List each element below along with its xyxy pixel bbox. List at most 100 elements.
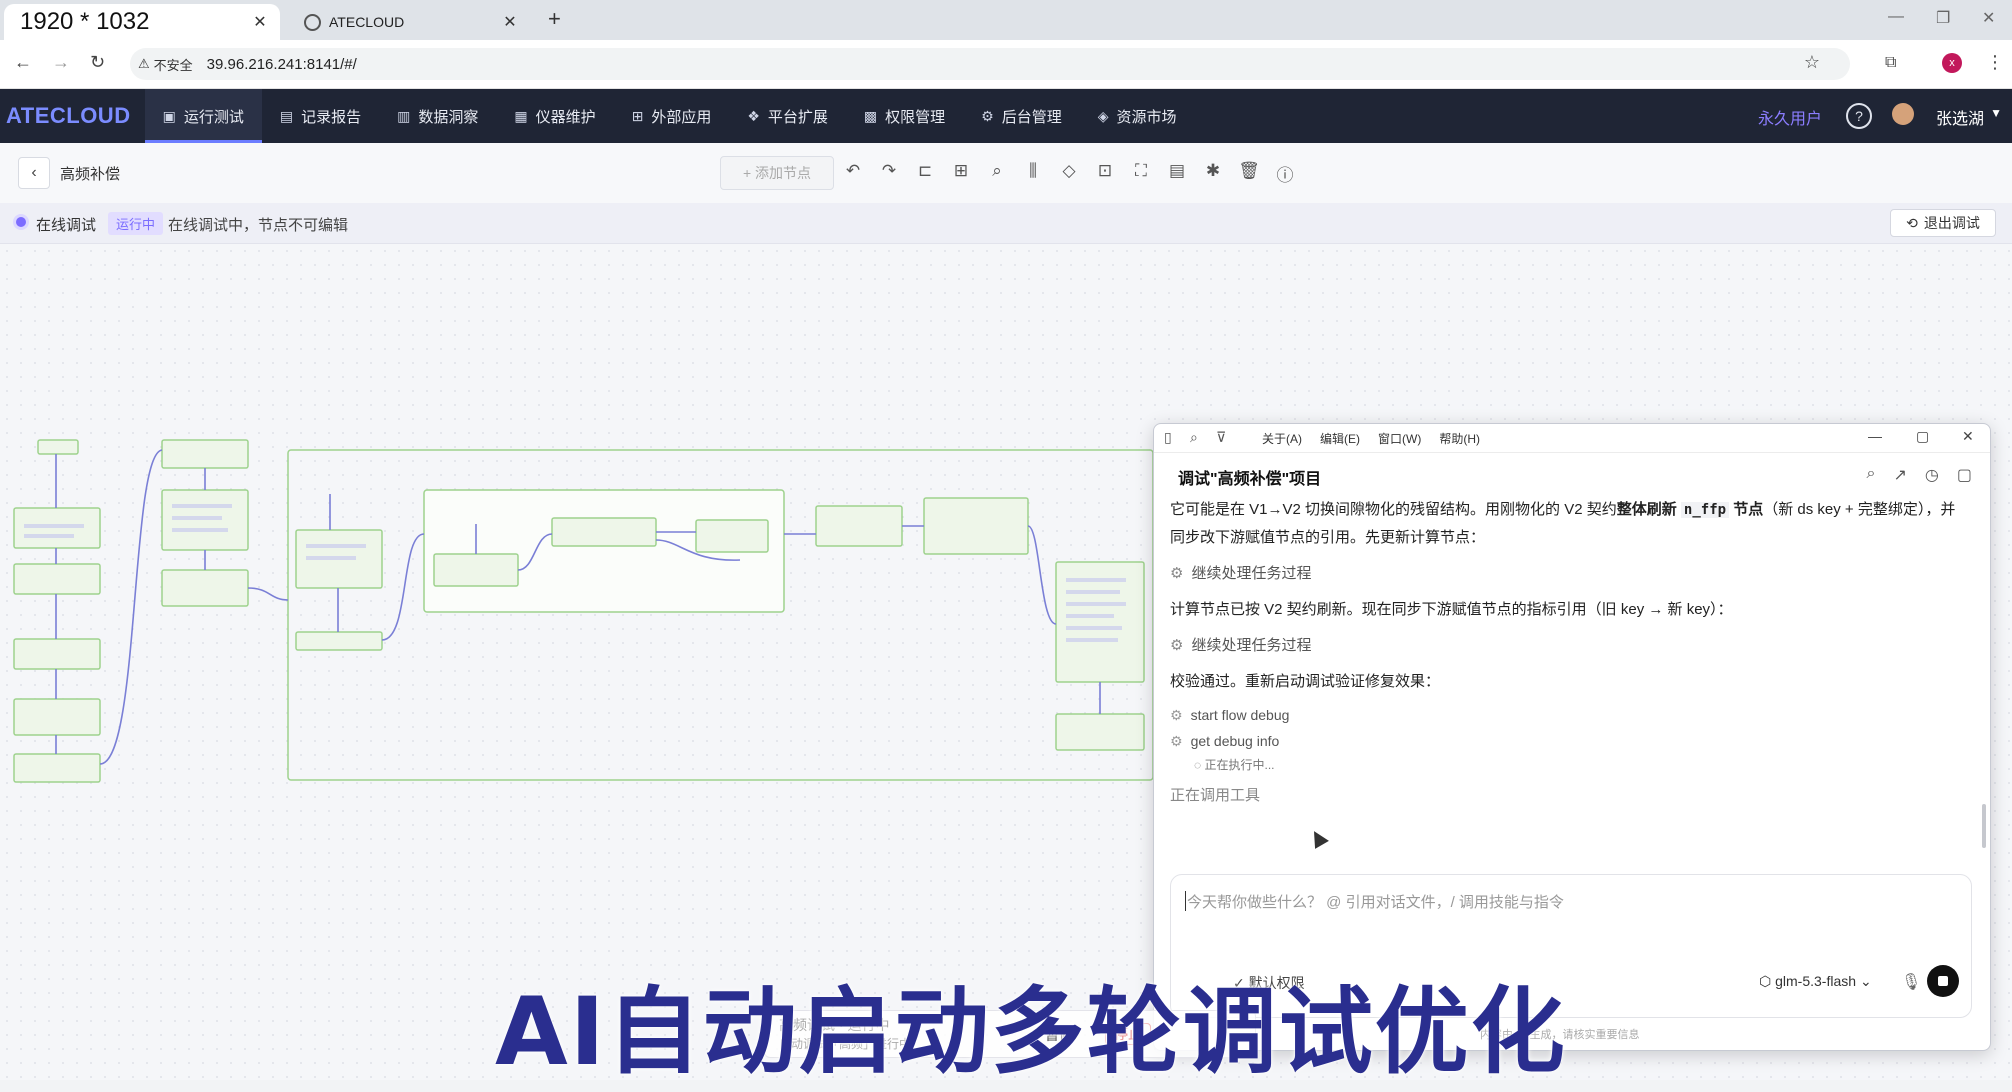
nav-item-permissions[interactable]: ▩ 权限管理: [846, 89, 963, 143]
menu-item-window[interactable]: 窗口(W): [1378, 430, 1421, 447]
restore-icon[interactable]: ❐: [1936, 8, 1950, 28]
debug-bug-icon[interactable]: ✱: [1202, 161, 1224, 186]
status-badge: 运行中: [108, 212, 164, 235]
help-icon[interactable]: ?: [1846, 103, 1872, 129]
tab-title: 1920 * 1032: [20, 8, 150, 35]
avatar[interactable]: [1892, 103, 1914, 125]
toolbar-icons: ↶ ↷ ⊏ ⊞ ⌕ ⫼ ◇ ⊡ ⛶ ▤ ✱ 🗑 ⓘ: [842, 161, 1296, 186]
menu-item-edit[interactable]: 编辑(E): [1320, 430, 1360, 447]
stop-generation-button[interactable]: [1927, 965, 1959, 997]
flow-edge: [381, 533, 425, 641]
close-icon[interactable]: ✕: [1962, 428, 1974, 445]
new-tab-icon[interactable]: +: [548, 6, 561, 32]
tool-call[interactable]: ⚙ start flow debug: [1170, 702, 1960, 728]
url-text[interactable]: 39.96.216.241:8141/#/: [207, 56, 357, 73]
chat-title: 调试"高频补偿"项目: [1178, 471, 1322, 488]
nav-item-platform-extension[interactable]: ❖ 平台扩展: [729, 89, 846, 143]
share-icon[interactable]: ↗: [1894, 465, 1907, 485]
tag-icon: ◈: [1097, 107, 1109, 124]
nav-item-external-apps[interactable]: ⊞ 外部应用: [614, 89, 730, 143]
browser-tab-inactive[interactable]: ATECLOUD ✕: [290, 4, 530, 40]
nav-item-data-insight[interactable]: ▥ 数据洞察: [379, 89, 496, 143]
task-step[interactable]: ⚙ 继续处理任务过程: [1170, 632, 1960, 660]
notes-icon[interactable]: ▤: [1166, 161, 1188, 186]
new-chat-icon[interactable]: ▢: [1957, 465, 1972, 485]
bookmark-star-icon[interactable]: ☆: [1804, 52, 1820, 73]
maximize-icon[interactable]: ▢: [1916, 428, 1929, 445]
flow-text-line: [306, 544, 366, 548]
chat-input-placeholder[interactable]: 今天帮你做些什么？ @ 引用对话文件，/ 调用技能与指令: [1187, 891, 1564, 912]
microphone-icon[interactable]: 🎙: [1901, 972, 1921, 992]
status-label: 在线调试: [36, 217, 97, 234]
executing-status: ◌ 正在执行中...: [1194, 754, 1960, 776]
app-logo[interactable]: ATECLOUD: [6, 103, 131, 129]
minimize-icon[interactable]: —: [1888, 8, 1904, 26]
tool-icon: ⚙: [1170, 637, 1184, 654]
chat-scrollbar[interactable]: [1982, 804, 1986, 848]
globe-icon: [304, 13, 321, 31]
export-icon[interactable]: ⊡: [1094, 161, 1116, 186]
redo-icon[interactable]: ↷: [878, 161, 900, 186]
browser-tabbar: 1920 * 1032 ✕ ATECLOUD ✕ + — ❐ ✕: [0, 0, 2012, 40]
reload-icon[interactable]: ↻: [90, 52, 105, 73]
tool-icon: ⚙: [1170, 707, 1183, 723]
fullscreen-icon[interactable]: ⛶: [1130, 161, 1152, 186]
close-tab-icon[interactable]: ✕: [248, 12, 272, 32]
monitor-chart-icon: ▣: [162, 107, 176, 124]
menu-item-about[interactable]: 关于(A): [1262, 430, 1302, 447]
nav-item-label: 数据洞察: [418, 108, 479, 126]
undo-icon[interactable]: ↶: [842, 161, 864, 186]
nav-item-backend[interactable]: ⚙ 后台管理: [963, 89, 1080, 143]
menu-item-help[interactable]: 帮助(H): [1439, 430, 1480, 447]
flow-node: [37, 439, 79, 455]
nav-item-label: 外部应用: [651, 108, 712, 126]
forward-arrow-icon[interactable]: →: [52, 52, 70, 73]
search-icon[interactable]: ⌕: [1867, 465, 1876, 485]
nav-item-run-test[interactable]: ▣ 运行测试: [144, 89, 263, 143]
chat-messages: 它可能是在 V1→V2 切换间隙物化的残留结构。用刚物化的 V2 契约整体刷新 …: [1170, 496, 1960, 896]
close-tab-icon[interactable]: ✕: [498, 12, 522, 32]
search-icon[interactable]: ⌕: [986, 161, 1008, 186]
warning-icon: ⚠: [138, 56, 150, 71]
tool-call[interactable]: ⚙ get debug info: [1170, 728, 1960, 754]
url-bar[interactable]: ⚠ 不安全 39.96.216.241:8141/#/ ☆: [130, 48, 1850, 80]
close-window-icon[interactable]: ✕: [1982, 8, 1995, 28]
nav-item-label: 权限管理: [885, 108, 946, 126]
exit-icon: ⟲: [1906, 214, 1918, 231]
search-icon[interactable]: ⌕: [1190, 429, 1198, 446]
browser-tab-active[interactable]: 1920 * 1032 ✕: [4, 4, 280, 40]
add-node-button[interactable]: + 添加节点: [720, 156, 834, 190]
flow-text-line: [172, 516, 222, 520]
adjust-icon[interactable]: ⫼: [1022, 161, 1044, 186]
sidebar-toggle-icon[interactable]: ▯: [1164, 429, 1172, 446]
chevron-down-icon[interactable]: ▼: [1990, 106, 2002, 120]
editor-toolbar: ‹ 高频补偿 + 添加节点 ↶ ↷ ⊏ ⊞ ⌕ ⫼ ◇ ⊡ ⛶ ▤ ✱ 🗑 ⓘ: [0, 143, 2012, 204]
nav-item-instrument[interactable]: ▦ 仪器维护: [496, 89, 613, 143]
layout-grid-icon[interactable]: ⊞: [950, 161, 972, 186]
extensions-icon[interactable]: ⧉: [1885, 54, 1896, 72]
minimize-icon[interactable]: —: [1868, 428, 1882, 444]
profile-avatar[interactable]: x: [1942, 53, 1962, 73]
tag-icon[interactable]: ◇: [1058, 161, 1080, 186]
history-icon[interactable]: ◷: [1925, 465, 1939, 485]
more-menu-icon[interactable]: ⋮: [1986, 52, 2004, 73]
flow-text-line: [1066, 614, 1114, 618]
nav-item-label: 运行测试: [183, 108, 244, 126]
flow-node: [923, 497, 1029, 555]
branch-icon[interactable]: ⊏: [914, 161, 936, 186]
delete-icon[interactable]: 🗑: [1238, 161, 1260, 186]
model-selector[interactable]: ⬡ glm-5.3-flash ⌄: [1759, 973, 1872, 990]
exit-debug-button[interactable]: ⟲ 退出调试: [1890, 209, 1996, 237]
tool-call-label: start flow debug: [1190, 707, 1290, 723]
nav-item-records[interactable]: ▤ 记录报告: [262, 89, 379, 143]
nav-item-resource-market[interactable]: ◈ 资源市场: [1080, 89, 1195, 143]
user-name[interactable]: 张选湖: [1936, 105, 1984, 129]
filter-icon[interactable]: ⊽: [1216, 429, 1226, 446]
security-label[interactable]: 不安全: [154, 55, 193, 74]
back-button[interactable]: ‹: [18, 157, 50, 189]
flow-node: [13, 753, 101, 783]
help-circle-icon[interactable]: ⓘ: [1274, 161, 1296, 186]
back-arrow-icon[interactable]: ←: [14, 52, 32, 73]
task-step[interactable]: ⚙ 继续处理任务过程: [1170, 560, 1960, 588]
flow-text-line: [1066, 590, 1120, 594]
